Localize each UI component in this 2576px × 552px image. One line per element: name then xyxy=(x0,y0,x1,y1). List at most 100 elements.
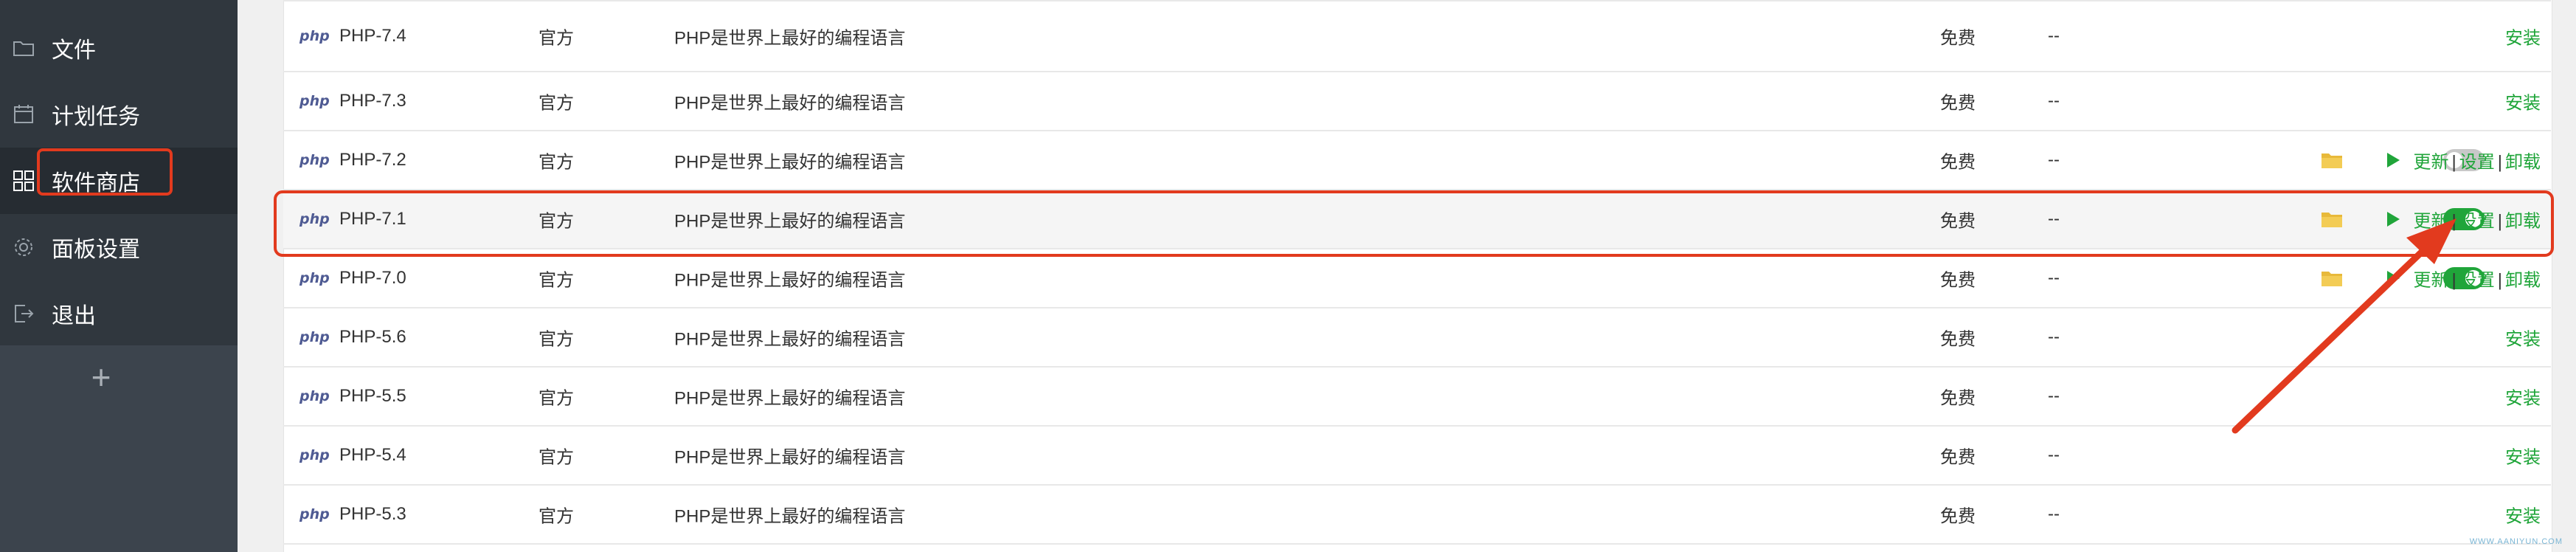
software-type: 官方 xyxy=(539,152,574,173)
software-name: PHP-7.2 xyxy=(339,150,406,170)
sidebar-item-panel-settings[interactable]: 面板设置 xyxy=(0,214,238,280)
software-price: 免费 xyxy=(1940,211,1976,232)
uninstall-link[interactable]: 卸载 xyxy=(2505,271,2541,291)
php-logo-icon: php xyxy=(300,152,330,168)
uninstall-link[interactable]: 卸载 xyxy=(2505,153,2541,173)
sidebar-item-label: 面板设置 xyxy=(52,238,140,262)
gear-icon xyxy=(15,238,32,256)
software-name: PHP-5.5 xyxy=(339,386,406,406)
sidebar: 文件 计划任务 软件商店 面板设置 退出 + xyxy=(0,0,238,552)
software-type: 官方 xyxy=(539,93,574,114)
software-name: PHP-7.4 xyxy=(339,26,406,46)
separator: | xyxy=(2451,152,2456,173)
row-actions: 安装 xyxy=(2505,325,2541,351)
software-name: PHP-5.3 xyxy=(339,504,406,524)
row-actions: 更新 | 设置 | 卸载 xyxy=(2414,207,2541,232)
row-actions: 更新 | 设置 | 卸载 xyxy=(2414,148,2541,173)
php-logo-icon: php xyxy=(300,447,330,463)
install-link[interactable]: 安装 xyxy=(2505,29,2541,49)
update-link[interactable]: 更新 xyxy=(2414,271,2449,291)
install-link[interactable]: 安装 xyxy=(2505,94,2541,114)
row-actions: 安装 xyxy=(2505,502,2541,528)
software-price: 免费 xyxy=(1940,152,1976,173)
software-price: 免费 xyxy=(1940,93,1976,114)
software-price: 免费 xyxy=(1940,28,1976,49)
software-expire: -- xyxy=(2048,268,2060,288)
separator: | xyxy=(2451,270,2456,291)
software-description: PHP是世界上最好的编程语言 xyxy=(674,388,906,409)
table-row: php PHP-7.3 官方 PHP是世界上最好的编程语言 免费 -- 安装 xyxy=(283,72,2551,131)
php-logo-icon: php xyxy=(300,270,330,286)
settings-link[interactable]: 设置 xyxy=(2459,271,2495,291)
software-price: 免费 xyxy=(1940,329,1976,350)
play-icon[interactable] xyxy=(2386,210,2400,228)
sidebar-item-tasks[interactable]: 计划任务 xyxy=(0,81,238,148)
uninstall-link[interactable]: 卸载 xyxy=(2505,212,2541,232)
update-link[interactable]: 更新 xyxy=(2414,212,2449,232)
folder-icon[interactable] xyxy=(2321,210,2343,228)
software-description: PHP是世界上最好的编程语言 xyxy=(674,270,906,291)
play-icon[interactable] xyxy=(2386,269,2400,287)
table-row: php PHP-7.2 官方 PHP是世界上最好的编程语言 免费 -- 更新 | 设置 | 卸载 xyxy=(283,131,2551,190)
software-description: PHP是世界上最好的编程语言 xyxy=(674,152,906,173)
play-icon[interactable] xyxy=(2386,151,2400,169)
sidebar-item-files[interactable]: 文件 xyxy=(0,15,238,81)
software-type: 官方 xyxy=(539,447,574,468)
software-expire: -- xyxy=(2048,150,2060,170)
php-logo-icon: php xyxy=(300,211,330,227)
install-link[interactable]: 安装 xyxy=(2505,389,2541,409)
add-button[interactable]: + xyxy=(83,359,120,396)
php-logo-icon: php xyxy=(300,388,330,404)
sidebar-item-label: 计划任务 xyxy=(52,105,140,129)
separator: | xyxy=(2497,211,2502,232)
logout-icon xyxy=(15,305,34,322)
calendar-icon xyxy=(14,105,33,123)
software-type: 官方 xyxy=(539,388,574,409)
table-row: php PHP-7.1 官方 PHP是世界上最好的编程语言 免费 -- 更新 | 设置 | 卸载 xyxy=(283,190,2551,249)
software-price: 免费 xyxy=(1940,270,1976,291)
row-actions: 安装 xyxy=(2505,443,2541,469)
software-description: PHP是世界上最好的编程语言 xyxy=(674,28,906,49)
software-expire: -- xyxy=(2048,504,2060,524)
main-content: php PHP-7.4 官方 PHP是世界上最好的编程语言 免费 -- 安装 php PHP-7… xyxy=(238,0,2576,552)
row-actions: 更新 | 设置 | 卸载 xyxy=(2414,266,2541,291)
folder-icon[interactable] xyxy=(2321,269,2343,287)
table-row: php PHP-7.4 官方 PHP是世界上最好的编程语言 免费 -- 安装 xyxy=(283,0,2551,72)
software-name: PHP-5.6 xyxy=(339,327,406,347)
php-logo-icon: php xyxy=(300,329,330,345)
software-type: 官方 xyxy=(539,28,574,49)
software-expire: -- xyxy=(2048,445,2060,465)
folder-icon[interactable] xyxy=(2321,151,2343,169)
software-name: PHP-7.0 xyxy=(339,268,406,288)
software-price: 免费 xyxy=(1940,388,1976,409)
table-row: php PHP-5.6 官方 PHP是世界上最好的编程语言 免费 -- 安装 xyxy=(283,308,2551,368)
settings-link[interactable]: 设置 xyxy=(2459,153,2495,173)
software-description: PHP是世界上最好的编程语言 xyxy=(674,329,906,350)
table-row: php PHP-5.4 官方 PHP是世界上最好的编程语言 免费 -- 安装 xyxy=(283,427,2551,486)
software-name: PHP-7.1 xyxy=(339,209,406,229)
software-expire: -- xyxy=(2048,91,2060,111)
separator: | xyxy=(2497,152,2502,173)
software-expire: -- xyxy=(2048,327,2060,347)
install-link[interactable]: 安装 xyxy=(2505,330,2541,350)
php-logo-icon: php xyxy=(300,93,330,109)
update-link[interactable]: 更新 xyxy=(2414,153,2449,173)
software-type: 官方 xyxy=(539,270,574,291)
install-link[interactable]: 安装 xyxy=(2505,448,2541,468)
software-description: PHP是世界上最好的编程语言 xyxy=(674,211,906,232)
software-expire: -- xyxy=(2048,26,2060,46)
sidebar-item-label: 退出 xyxy=(52,304,96,328)
php-logo-icon: php xyxy=(300,506,330,522)
software-type: 官方 xyxy=(539,211,574,232)
grid-icon xyxy=(13,170,34,191)
sidebar-item-logout[interactable]: 退出 xyxy=(0,280,238,347)
software-price: 免费 xyxy=(1940,447,1976,468)
software-name: PHP-5.4 xyxy=(339,445,406,465)
install-link[interactable]: 安装 xyxy=(2505,507,2541,527)
row-actions: 安装 xyxy=(2505,24,2541,49)
table-row: php PHP-5.5 官方 PHP是世界上最好的编程语言 免费 -- 安装 xyxy=(283,368,2551,427)
watermark: WWW.AANIYUN.COM xyxy=(2469,537,2563,546)
settings-link[interactable]: 设置 xyxy=(2459,212,2495,232)
separator: | xyxy=(2451,211,2456,232)
software-name: PHP-7.3 xyxy=(339,91,406,111)
